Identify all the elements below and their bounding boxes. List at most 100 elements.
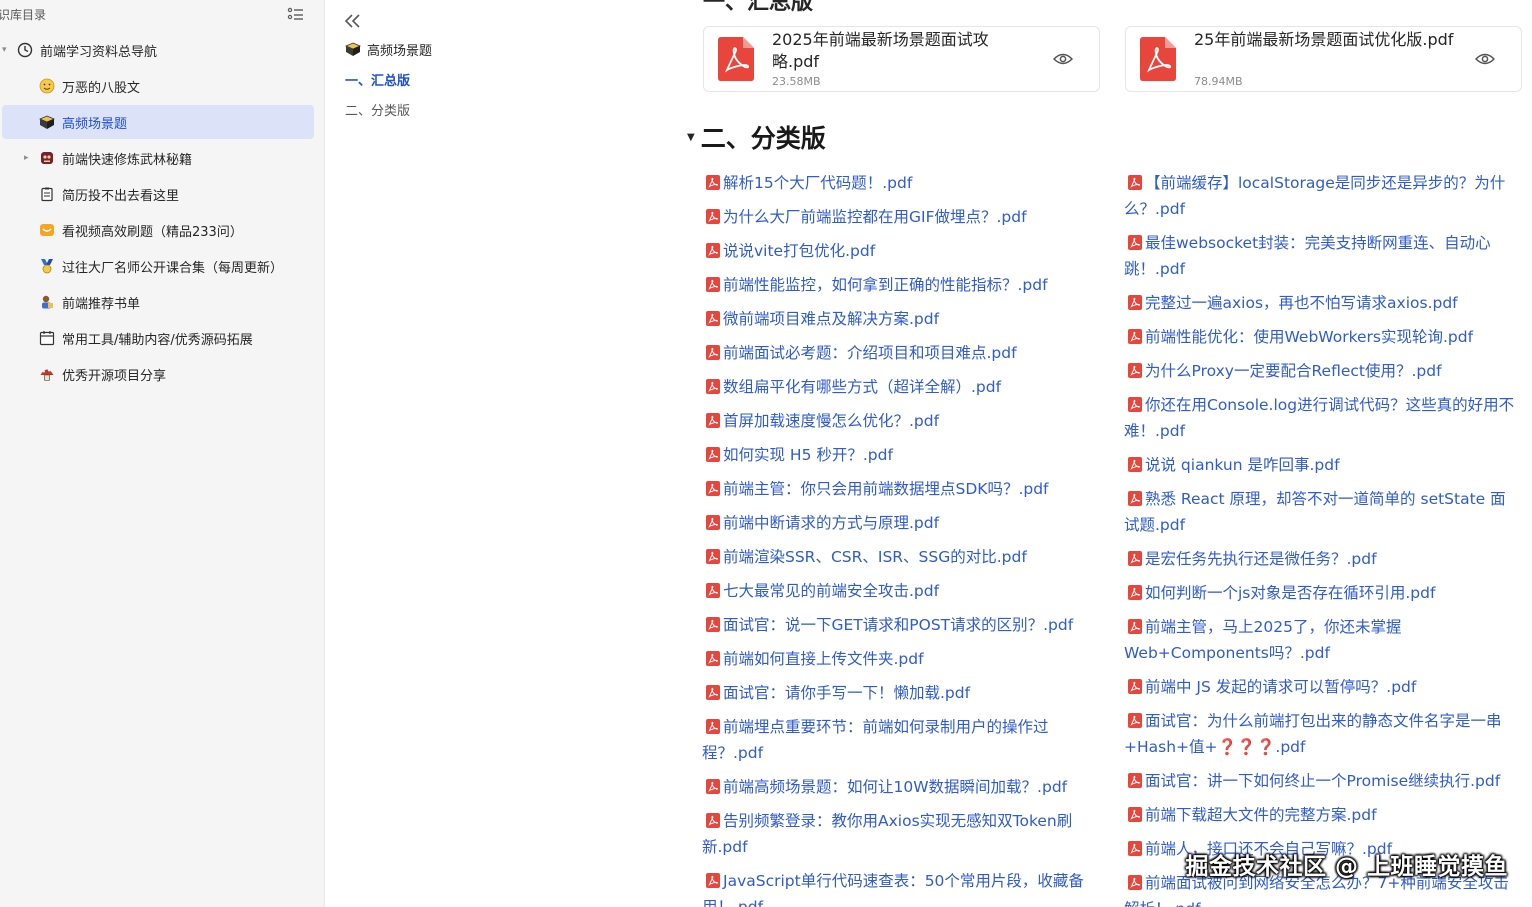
attachment-title: 前端中 JS 发起的请求可以暂停吗？.pdf	[1145, 678, 1417, 696]
pdf-icon	[706, 648, 720, 666]
sidebar-item[interactable]: ▾ 前端学习资料总导航	[0, 33, 325, 67]
expand-caret-icon[interactable]: ▾	[2, 45, 7, 55]
pdf-icon	[1128, 872, 1142, 890]
pdf-icon	[706, 376, 720, 394]
pdf-attachment-link[interactable]: 前端埋点重要环节：前端如何录制用户的操作过程？.pdf	[702, 714, 1097, 766]
pdf-attachment-link[interactable]: 告别频繁登录：教你用Axios实现无感知双Token刷新.pdf	[702, 808, 1097, 860]
pdf-attachment-link[interactable]: 前端渲染SSR、CSR、ISR、SSG的对比.pdf	[702, 544, 1097, 570]
sidebar-item[interactable]: 优秀开源项目分享	[0, 357, 325, 391]
attachment-title: 如何判断一个js对象是否存在循环引用.pdf	[1145, 584, 1436, 602]
pdf-attachment-link[interactable]: 前端下载超大文件的完整方案.pdf	[1124, 802, 1519, 828]
sidebar-item-label: 高频场景题	[62, 117, 128, 132]
pdf-attachment-link[interactable]: 数组扁平化有哪些方式（超详全解）.pdf	[702, 374, 1097, 400]
pdf-attachment-link[interactable]: 【前端缓存】localStorage是同步还是异步的？为什么？.pdf	[1124, 170, 1519, 222]
video-emoji-icon	[38, 221, 55, 238]
cube-emoji-icon	[345, 41, 361, 57]
pdf-icon	[1128, 232, 1142, 250]
pdf-attachment-link[interactable]: 为什么Proxy一定要配合Reflect使用？.pdf	[1124, 358, 1519, 384]
mushroom-emoji-icon	[38, 365, 55, 382]
pdf-icon	[1128, 360, 1142, 378]
sidebar-item[interactable]: 过往大厂名师公开课合集（每周更新）	[0, 249, 325, 283]
pdf-attachment-link[interactable]: 微前端项目难点及解决方案.pdf	[702, 306, 1097, 332]
sidebar-item[interactable]: ▸ 前端快速修炼武林秘籍	[0, 141, 325, 175]
attachment-title: 前端中断请求的方式与原理.pdf	[723, 514, 940, 532]
pdf-attachment-link[interactable]: 如何实现 H5 秒开？.pdf	[702, 442, 1097, 468]
pdf-icon	[706, 240, 720, 258]
attachment-title: 面试官：为什么前端打包出来的静态文件名字是一串+Hash+值+❓❓❓.pdf	[1124, 712, 1502, 756]
pdf-attachment-link[interactable]: 是宏任务先执行还是微任务？.pdf	[1124, 546, 1519, 572]
pdf-attachment-link[interactable]: 说说vite打包优化.pdf	[702, 238, 1097, 264]
attachment-title: 如何实现 H5 秒开？.pdf	[723, 446, 893, 464]
sidebar-item[interactable]: 简历投不出去看这里	[0, 177, 325, 211]
pdf-attachment-link[interactable]: 前端中断请求的方式与原理.pdf	[702, 510, 1097, 536]
pdf-attachment-link[interactable]: 如何判断一个js对象是否存在循环引用.pdf	[1124, 580, 1519, 606]
pdf-icon	[706, 716, 720, 734]
attachment-title: 前端性能监控，如何拿到正确的性能指标？.pdf	[723, 276, 1048, 294]
pdf-attachment-link[interactable]: 解析15个大厂代码题！.pdf	[702, 170, 1097, 196]
outline-link-summary[interactable]: 一、汇总版	[345, 68, 410, 90]
pdf-attachment-link[interactable]: 首屏加载速度慢怎么优化？.pdf	[702, 408, 1097, 434]
pdf-attachment-link[interactable]: 前端主管，马上2025了，你还未掌握Web+Components吗？.pdf	[1124, 614, 1519, 666]
collapse-outline-icon[interactable]	[343, 12, 363, 30]
sidebar-item[interactable]: 万恶的八股文	[0, 69, 325, 103]
attachment-title: 前端渲染SSR、CSR、ISR、SSG的对比.pdf	[723, 548, 1027, 566]
pdf-attachment-link[interactable]: JavaScript单行代码速查表：50个常用片段，收藏备用！.pdf	[702, 868, 1097, 907]
pdf-attachment-link[interactable]: 面试官：为什么前端打包出来的静态文件名字是一串+Hash+值+❓❓❓.pdf	[1124, 708, 1519, 760]
expand-caret-icon[interactable]: ▸	[24, 153, 29, 163]
attachment-title: 前端主管：你只会用前端数据埋点SDK吗？.pdf	[723, 480, 1049, 498]
file-size: 23.58MB	[772, 75, 821, 88]
file-card[interactable]: 2025年前端最新场景题面试攻略.pdf 23.58MB	[703, 26, 1100, 92]
pdf-file-icon	[1140, 37, 1176, 81]
pdf-attachment-link[interactable]: 你还在用Console.log进行调试代码？这些真的好用不难！.pdf	[1124, 392, 1519, 444]
attachment-title: 面试官：讲一下如何终止一个Promise继续执行.pdf	[1145, 772, 1501, 790]
preview-eye-icon[interactable]	[1052, 51, 1074, 67]
sidebar-item[interactable]: 常用工具/辅助内容/优秀源码拓展	[0, 321, 325, 355]
file-card[interactable]: 25年前端最新场景题面试优化版.pdf 78.94MB	[1125, 26, 1522, 92]
pdf-icon	[706, 206, 720, 224]
pdf-icon	[706, 308, 720, 326]
sidebar-item-label: 简历投不出去看这里	[62, 189, 180, 204]
pdf-icon	[1128, 292, 1142, 310]
outline-doc-title[interactable]: 高频场景题	[345, 38, 432, 60]
pdf-icon	[1128, 676, 1142, 694]
pdf-attachment-link[interactable]: 说说 qiankun 是咋回事.pdf	[1124, 452, 1519, 478]
sidebar-item[interactable]: 高频场景题	[0, 105, 325, 139]
pdf-attachment-link[interactable]: 为什么大厂前端监控都在用GIF做埋点？.pdf	[702, 204, 1097, 230]
section-heading-summary: 一、汇总版	[703, 0, 814, 15]
attachment-list-left: 解析15个大厂代码题！.pdf 为什么大厂前端监控都在用GIF做埋点？.pdf 说说…	[702, 170, 1097, 907]
pdf-attachment-link[interactable]: 前端主管：你只会用前端数据埋点SDK吗？.pdf	[702, 476, 1097, 502]
attachment-title: JavaScript单行代码速查表：50个常用片段，收藏备用！.pdf	[702, 872, 1084, 907]
pdf-attachment-link[interactable]: 面试官：说一下GET请求和POST请求的区别？.pdf	[702, 612, 1097, 638]
pdf-attachment-link[interactable]: 前端高频场景题：如何让10W数据瞬间加载？.pdf	[702, 774, 1097, 800]
pdf-attachment-link[interactable]: 七大最常见的前端安全攻击.pdf	[702, 578, 1097, 604]
sidebar-item[interactable]: 看视频高效刷题（精品233问）	[0, 213, 325, 247]
pdf-attachment-link[interactable]: 完整过一遍axios，再也不怕写请求axios.pdf	[1124, 290, 1519, 316]
pdf-attachment-link[interactable]: 面试官：请你手写一下！懒加载.pdf	[702, 680, 1097, 706]
list-toggle-icon[interactable]	[287, 6, 305, 22]
collapse-caret-icon[interactable]: ▼	[687, 132, 695, 143]
attachment-title: 面试官：请你手写一下！懒加载.pdf	[723, 684, 971, 702]
pdf-attachment-link[interactable]: 前端如何直接上传文件夹.pdf	[702, 646, 1097, 672]
pdf-attachment-link[interactable]: 熟悉 React 原理，却答不对一道简单的 setState 面试题.pdf	[1124, 486, 1519, 538]
pdf-attachment-link[interactable]: 前端中 JS 发起的请求可以暂停吗？.pdf	[1124, 674, 1519, 700]
pdf-attachment-link[interactable]: 前端面试必考题：介绍项目和项目难点.pdf	[702, 340, 1097, 366]
pdf-attachment-link[interactable]: 面试官：讲一下如何终止一个Promise继续执行.pdf	[1124, 768, 1519, 794]
pdf-icon	[706, 342, 720, 360]
pdf-attachment-link[interactable]: 前端性能优化：使用WebWorkers实现轮询.pdf	[1124, 324, 1519, 350]
section-heading-category[interactable]: ▼ 二、分类版	[687, 120, 826, 154]
pdf-attachment-link[interactable]: 最佳websocket封装：完美支持断网重连、自动心跳！.pdf	[1124, 230, 1519, 282]
pdf-attachment-link[interactable]: 前端性能监控，如何拿到正确的性能指标？.pdf	[702, 272, 1097, 298]
skull-emoji-icon	[38, 149, 55, 166]
preview-eye-icon[interactable]	[1474, 51, 1496, 67]
document-outline: 高频场景题 一、汇总版 二、分类版	[325, 0, 685, 907]
clock-icon	[16, 41, 33, 58]
file-size: 78.94MB	[1194, 75, 1243, 88]
outline-link-category[interactable]: 二、分类版	[345, 98, 410, 120]
section-heading-label: 二、分类版	[700, 124, 826, 153]
attachment-title: 【前端缓存】localStorage是同步还是异步的？为什么？.pdf	[1124, 174, 1506, 218]
sidebar-item[interactable]: 前端推荐书单	[0, 285, 325, 319]
pdf-icon	[706, 410, 720, 428]
pdf-file-icon	[718, 37, 754, 81]
file-name: 2025年前端最新场景题面试攻略.pdf	[772, 30, 989, 71]
pdf-icon	[1128, 582, 1142, 600]
